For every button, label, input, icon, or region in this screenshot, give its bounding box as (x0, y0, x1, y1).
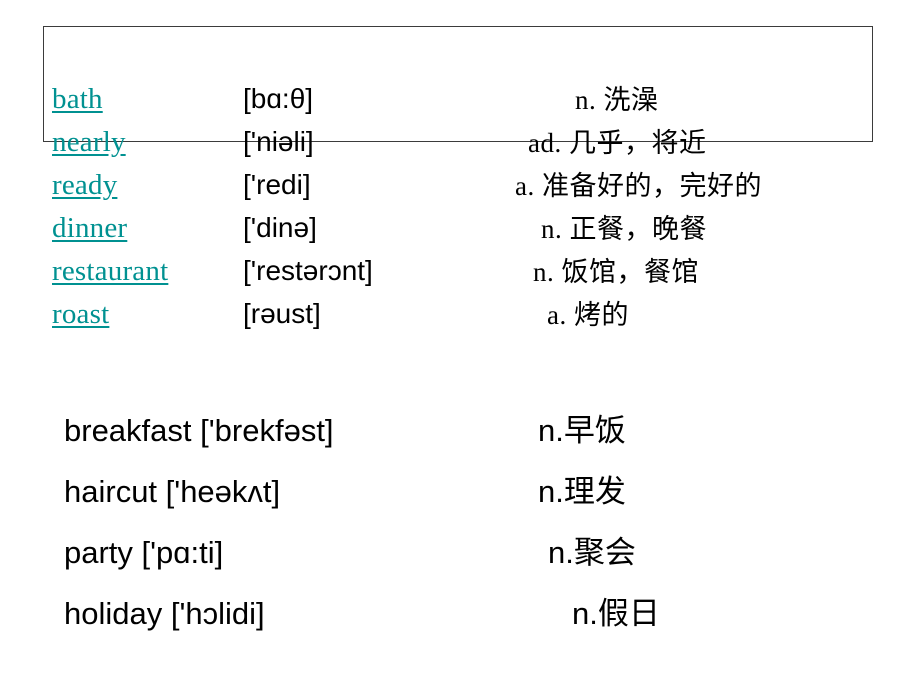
vocab-row: restaurant ['restərɔnt] n. 饭馆，餐馆 (0, 254, 920, 297)
vocab-phonetic: [rəust] (243, 298, 321, 329)
bottom-word-term: holiday ['hɔlidi] (64, 596, 265, 631)
vocab-word[interactable]: bath (52, 82, 103, 116)
vocab-phonetic: ['dinə] (243, 212, 317, 243)
vocab-definition: n. 洗澡 (575, 85, 659, 115)
vocab-phonetic: [bɑ:θ] (243, 83, 314, 114)
vocab-word[interactable]: restaurant (52, 254, 168, 288)
bottom-word-definition: n.聚会 (548, 532, 636, 574)
vocab-word[interactable]: dinner (52, 211, 127, 245)
bottom-word-definition: n.早饭 (538, 410, 626, 452)
vocab-word[interactable]: nearly (52, 125, 126, 159)
bottom-word-definition: n.假日 (572, 593, 660, 635)
bottom-word-definition: n.理发 (538, 471, 626, 513)
vocab-definition: n. 正餐，晚餐 (541, 214, 707, 244)
bottom-word-term: breakfast ['brekfəst] (64, 413, 334, 448)
bottom-word-list: breakfast ['brekfəst] n.早饭 haircut ['heəkʌ… (0, 410, 920, 654)
bottom-word-term: haircut ['heəkʌt] (64, 474, 281, 509)
vocab-phonetic: ['redi] (243, 169, 311, 200)
part-of-speech-label: n. (538, 474, 564, 509)
vocabulary-table: bath [bɑ:θ] n. 洗澡 nearly ['niəli] ad. 几乎，将近 re… (0, 82, 920, 340)
chinese-gloss: 早饭 (563, 413, 626, 448)
part-of-speech-label: n. (548, 535, 574, 570)
vocab-word[interactable]: ready (52, 168, 117, 202)
vocab-row: dinner ['dinə] n. 正餐，晚餐 (0, 211, 920, 254)
vocab-word[interactable]: roast (52, 297, 109, 331)
vocab-phonetic: ['niəli] (243, 126, 314, 157)
vocab-definition: ad. 几乎，将近 (528, 128, 707, 158)
vocab-definition: n. 饭馆，餐馆 (533, 257, 699, 287)
bottom-word-term: party ['pɑ:ti] (64, 535, 224, 570)
bottom-word-row: haircut ['heəkʌt] n.理发 (0, 471, 920, 532)
vocab-definition: a. 准备好的，完好的 (515, 171, 762, 201)
vocab-row: bath [bɑ:θ] n. 洗澡 (0, 82, 920, 125)
vocab-definition: a. 烤的 (547, 300, 629, 330)
part-of-speech-label: n. (538, 413, 564, 448)
part-of-speech-label: n. (572, 596, 598, 631)
vocab-row: ready ['redi] a. 准备好的，完好的 (0, 168, 920, 211)
bottom-word-row: party ['pɑ:ti] n.聚会 (0, 532, 920, 593)
chinese-gloss: 聚会 (573, 535, 636, 570)
vocab-row: roast [rəust] a. 烤的 (0, 297, 920, 340)
vocab-row: nearly ['niəli] ad. 几乎，将近 (0, 125, 920, 168)
bottom-word-row: holiday ['hɔlidi] n.假日 (0, 593, 920, 654)
bottom-word-row: breakfast ['brekfəst] n.早饭 (0, 410, 920, 471)
chinese-gloss: 假日 (597, 596, 660, 631)
vocab-phonetic: ['restərɔnt] (243, 255, 373, 286)
chinese-gloss: 理发 (563, 474, 626, 509)
